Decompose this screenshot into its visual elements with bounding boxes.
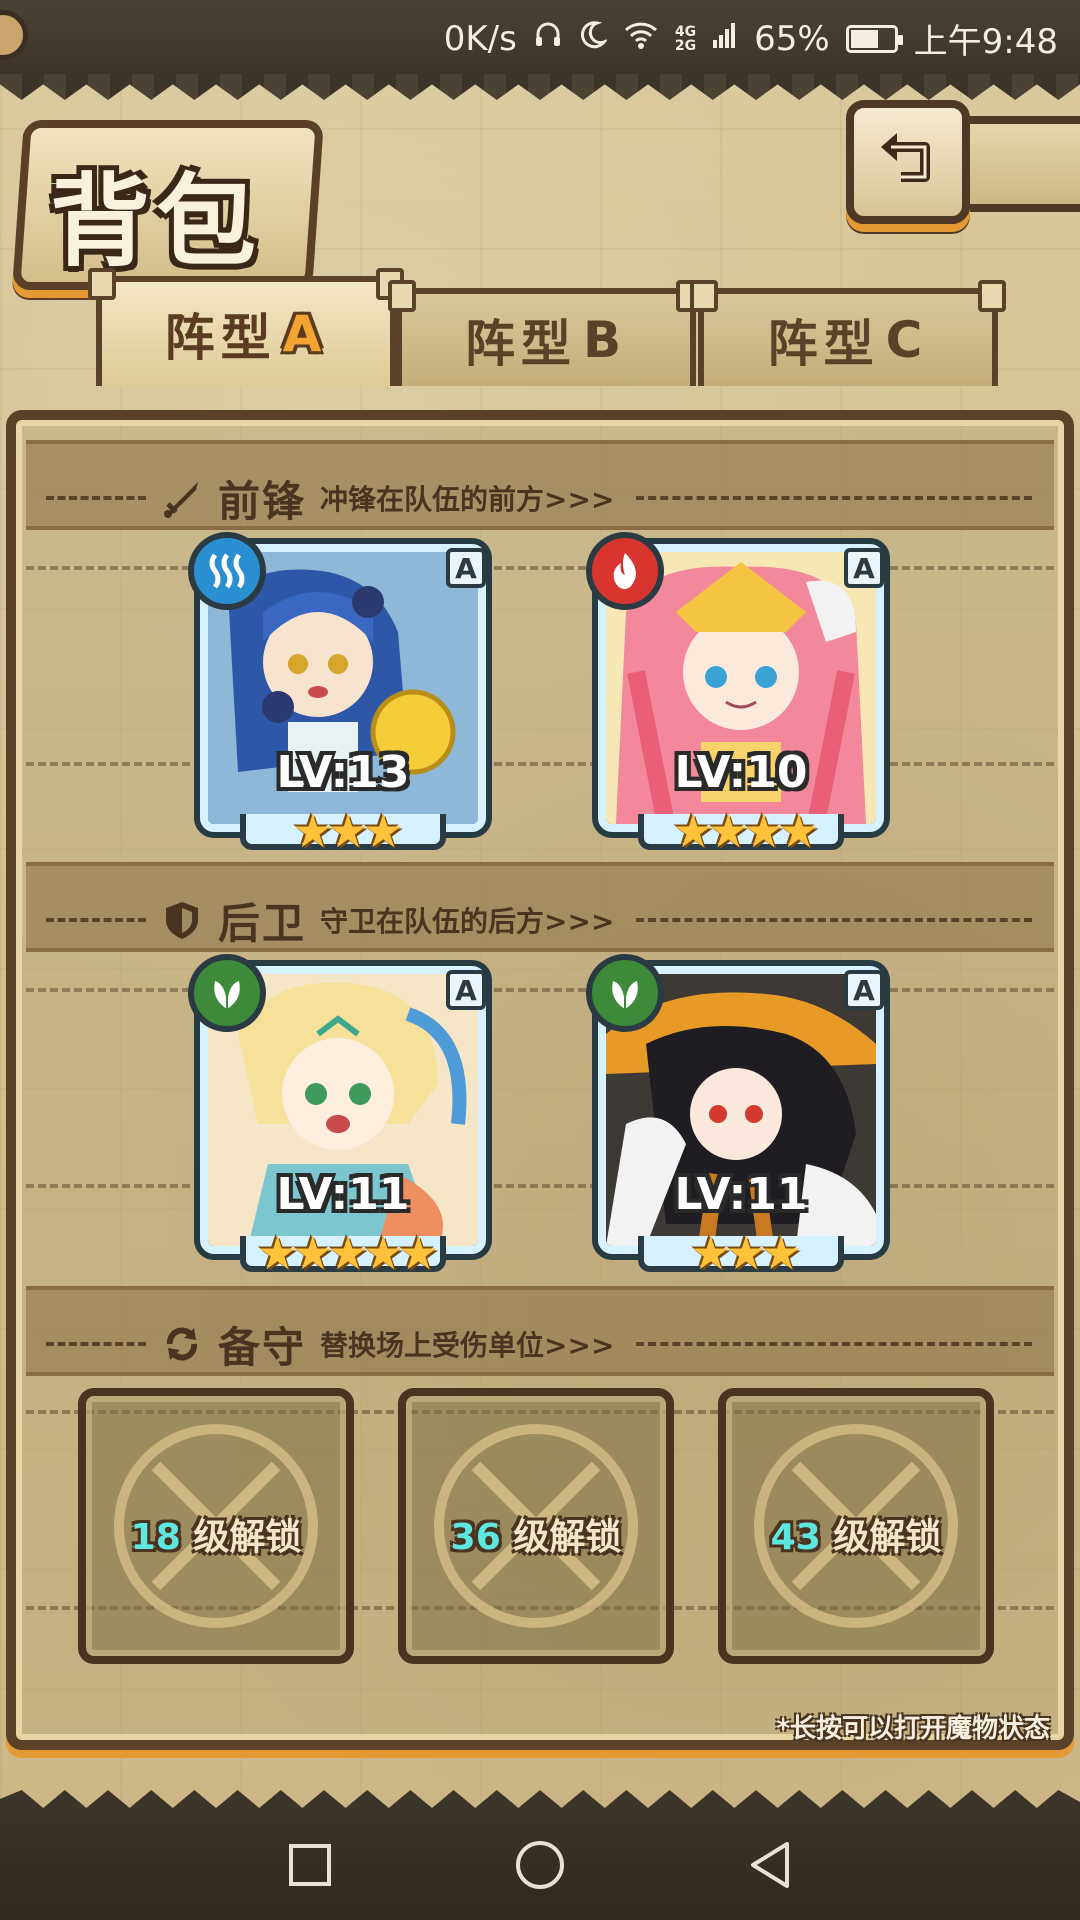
star-rating: ★★★★★ xyxy=(256,1226,439,1280)
unlock-requirement: 43 级解锁 xyxy=(770,1517,942,1558)
unlock-requirement: 36 级解锁 xyxy=(450,1517,622,1558)
tab-formation-c[interactable]: 阵型 C xyxy=(690,280,1006,386)
system-nav-bar xyxy=(0,1810,1080,1920)
reserve-slot-3[interactable]: 43 级解锁 xyxy=(718,1388,994,1664)
swap-icon xyxy=(166,1327,198,1361)
shield-icon xyxy=(166,902,198,939)
rank-badge: A xyxy=(844,970,884,1010)
reserve-slot-2[interactable]: 36 级解锁 xyxy=(398,1388,674,1664)
tab-formation-b[interactable]: 阵型 B xyxy=(388,280,704,386)
front-unit-card-1[interactable]: LV:13 A ★★★ xyxy=(188,532,490,858)
sword-icon xyxy=(164,482,198,518)
top-border-decoration xyxy=(0,74,1080,100)
unit-level: LV:10 xyxy=(674,747,808,798)
long-press-hint: *长按可以打开魔物状态 xyxy=(776,1714,1050,1744)
network-speed: 0K/s xyxy=(443,18,517,59)
rank-badge: A xyxy=(844,548,884,588)
tab-formation-a[interactable]: 阵型 A xyxy=(88,268,404,386)
star-rating: ★★★★ xyxy=(672,804,820,858)
status-bar: 0K/s 4G 2G 65% 上午9:48 xyxy=(0,0,1080,74)
water-icon xyxy=(188,532,266,610)
rank-badge: A xyxy=(446,548,486,588)
back-section-header: 后卫 守卫在队伍的后方>>> xyxy=(24,890,1056,950)
signal-icon xyxy=(712,19,738,59)
back-unit-card-1[interactable]: LV:11 A ★★★★★ xyxy=(188,954,490,1280)
return-icon xyxy=(881,133,930,182)
battery-icon xyxy=(845,24,903,53)
recent-apps-button[interactable] xyxy=(280,1835,340,1895)
leaf-icon xyxy=(586,954,664,1032)
home-button[interactable] xyxy=(510,1835,570,1895)
triangle-back-icon xyxy=(751,1842,789,1888)
leaf-icon xyxy=(188,954,266,1032)
page-title: 背包 xyxy=(50,163,262,280)
star-rating: ★★★ xyxy=(292,804,404,858)
square-icon xyxy=(289,1844,331,1886)
wifi-icon xyxy=(623,19,659,59)
back-button[interactable] xyxy=(846,100,970,224)
unit-level: LV:11 xyxy=(276,1169,410,1220)
cell-network-label: 4G 2G xyxy=(674,23,697,54)
circle-icon xyxy=(516,1841,564,1889)
unlock-requirement: 18 级解锁 xyxy=(130,1517,302,1558)
back-button-rail xyxy=(960,116,1080,212)
status-icons: 0K/s 4G 2G 65% 上午9:48 xyxy=(444,14,1058,63)
reserve-section-header: 备守 替换场上受伤单位>>> xyxy=(24,1314,1056,1374)
battery-percent: 65% xyxy=(754,18,830,59)
back-nav-button[interactable] xyxy=(740,1835,800,1895)
star-rating: ★★★ xyxy=(690,1226,802,1280)
moon-icon xyxy=(579,19,609,59)
floating-menu-icon[interactable] xyxy=(0,10,28,60)
front-section-header: 前锋 冲锋在队伍的前方>>> xyxy=(24,468,1056,528)
fire-icon xyxy=(586,532,664,610)
reserve-slot-1[interactable]: 18 级解锁 xyxy=(78,1388,354,1664)
formation-tabs: 阵型 A 阵型 B 阵型 C xyxy=(22,266,1062,386)
back-unit-card-2[interactable]: LV:11 A ★★★ xyxy=(586,954,888,1280)
unit-level: LV:13 xyxy=(276,747,410,798)
clock: 上午9:48 xyxy=(913,22,1058,62)
headphones-icon xyxy=(533,19,563,59)
front-unit-card-2[interactable]: LV:10 A ★★★★ xyxy=(586,532,888,858)
rank-badge: A xyxy=(446,970,486,1010)
unit-level: LV:11 xyxy=(674,1169,808,1220)
